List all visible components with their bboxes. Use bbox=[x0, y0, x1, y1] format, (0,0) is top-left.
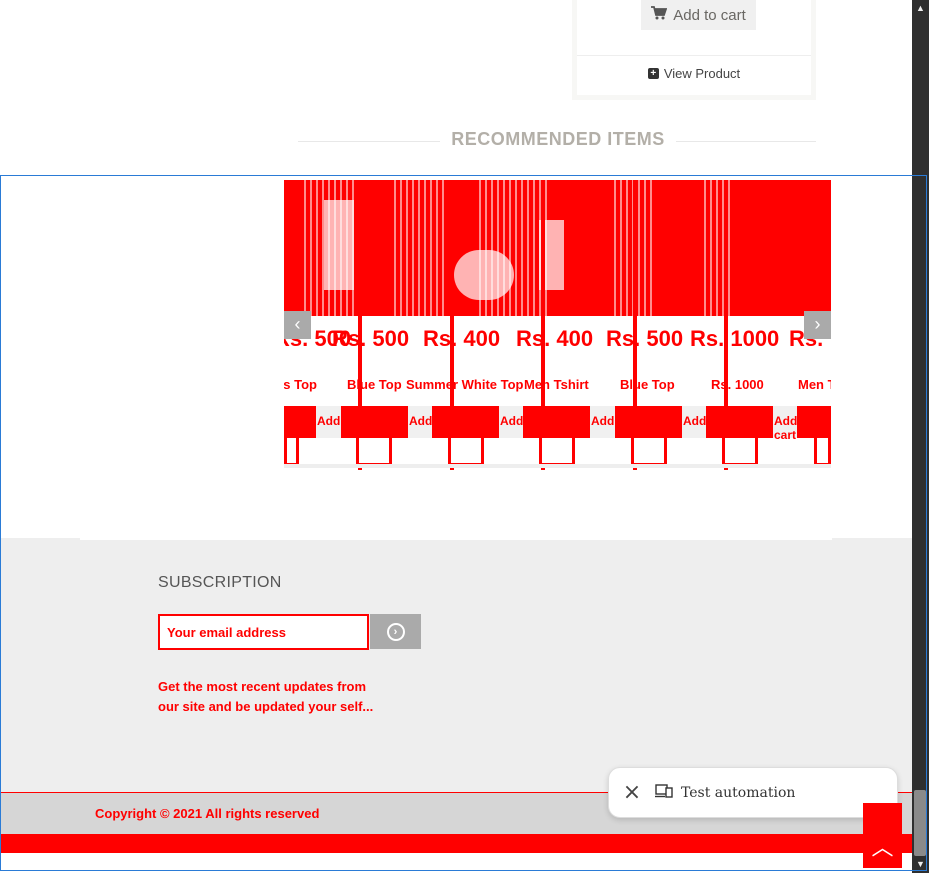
carousel-next-button[interactable]: › bbox=[804, 311, 831, 339]
cart-icon bbox=[651, 6, 668, 24]
add-to-cart-label: Add to cart bbox=[673, 6, 746, 24]
product-price: Rs. 1000 bbox=[690, 326, 780, 351]
product-image-highlight bbox=[454, 250, 514, 300]
recommended-carousel: Rs. 500 Rs. 500 Rs. 400 Rs. 400 Rs. 500 … bbox=[284, 180, 831, 470]
add-to-cart-button[interactable] bbox=[523, 406, 590, 438]
heading-rule-right bbox=[668, 141, 816, 142]
product-price: Rs. 400 bbox=[423, 326, 501, 351]
scroll-down-arrow-icon[interactable]: ▼ bbox=[916, 859, 925, 869]
product-card-base bbox=[284, 438, 299, 466]
subscription-description: Get the most recent updates from our sit… bbox=[158, 679, 374, 714]
add-to-cart-button[interactable] bbox=[432, 406, 499, 438]
add-to-cart-button[interactable] bbox=[797, 406, 831, 438]
carousel-prev-button[interactable]: ‹ bbox=[284, 311, 311, 339]
product-name: Rs. 1000 bbox=[711, 377, 764, 392]
footer-widget bbox=[1, 538, 912, 794]
product-name: Men Tshirt bbox=[524, 377, 589, 392]
copyright-text: Copyright © 2021 All rights reserved bbox=[95, 806, 320, 821]
product-card-base bbox=[814, 438, 831, 466]
product-price: Rs. 500 bbox=[606, 326, 684, 351]
scroll-up-arrow-icon[interactable]: ▲ bbox=[916, 3, 925, 13]
view-product-label: View Product bbox=[663, 66, 741, 81]
carousel-product-images bbox=[284, 180, 831, 316]
subscription-title: SUBSCRIPTION bbox=[158, 574, 282, 591]
add-to-cart-button[interactable] bbox=[706, 406, 773, 438]
product-image bbox=[704, 180, 734, 316]
chevron-right-icon: › bbox=[814, 314, 821, 334]
carousel-product-names: Sleeveless Top Blue Top Summer White Top… bbox=[284, 377, 831, 395]
product-price: Rs. 500 bbox=[332, 326, 410, 351]
circle-arrow-right-icon: › bbox=[386, 622, 405, 641]
scrollbar-thumb[interactable] bbox=[914, 790, 926, 856]
product-name: Sleeveless Top bbox=[284, 377, 317, 392]
product-card: Add to cart + View Product bbox=[572, 0, 816, 100]
subscription-email-input[interactable] bbox=[158, 614, 369, 650]
chevron-up-icon: ︿ bbox=[871, 835, 894, 860]
test-automation-label[interactable]: Test automation bbox=[681, 785, 795, 801]
product-card-base bbox=[539, 438, 575, 466]
carousel-prices: Rs. 500 Rs. 500 Rs. 400 Rs. 400 Rs. 500 … bbox=[284, 326, 831, 352]
card-divider bbox=[577, 55, 811, 56]
product-card-base bbox=[722, 438, 758, 466]
add-to-cart-button[interactable] bbox=[284, 406, 316, 438]
product-name: Summer White Top bbox=[406, 377, 524, 392]
product-card-base bbox=[448, 438, 484, 466]
scroll-to-top-button[interactable]: ︿ bbox=[863, 803, 902, 868]
subscribe-button[interactable]: › bbox=[370, 614, 421, 649]
product-image bbox=[394, 180, 444, 316]
carousel-bottom-rule bbox=[284, 464, 831, 468]
footer-red-band bbox=[1, 834, 912, 853]
add-to-cart-button[interactable] bbox=[615, 406, 682, 438]
product-card-base bbox=[356, 438, 392, 466]
recommended-items-title: RECOMMENDED ITEMS bbox=[440, 129, 676, 150]
footer-top-line bbox=[80, 538, 832, 540]
carousel-cart-row: Add to cart Add to cart Add to cart Add … bbox=[284, 406, 831, 442]
view-product-link[interactable]: + View Product bbox=[577, 66, 811, 81]
test-automation-popup: × Test automation bbox=[608, 767, 898, 818]
chevron-left-icon: ‹ bbox=[294, 314, 301, 334]
product-price: Rs. 400 bbox=[516, 326, 594, 351]
add-to-cart-button[interactable]: Add to cart bbox=[641, 0, 756, 30]
product-name: Blue Top bbox=[620, 377, 675, 392]
scrollbar-track[interactable] bbox=[912, 0, 929, 873]
product-card-base bbox=[631, 438, 667, 466]
heading-rule-left bbox=[298, 141, 448, 142]
product-image-highlight bbox=[324, 200, 354, 290]
close-icon[interactable]: × bbox=[609, 780, 655, 805]
product-card-inner: Add to cart + View Product bbox=[577, 0, 811, 95]
product-name: Blue Top bbox=[347, 377, 402, 392]
product-name: Men Tshirt bbox=[798, 377, 831, 392]
plus-square-icon: + bbox=[647, 68, 659, 79]
add-to-cart-button[interactable] bbox=[341, 406, 408, 438]
devices-icon bbox=[655, 783, 673, 802]
